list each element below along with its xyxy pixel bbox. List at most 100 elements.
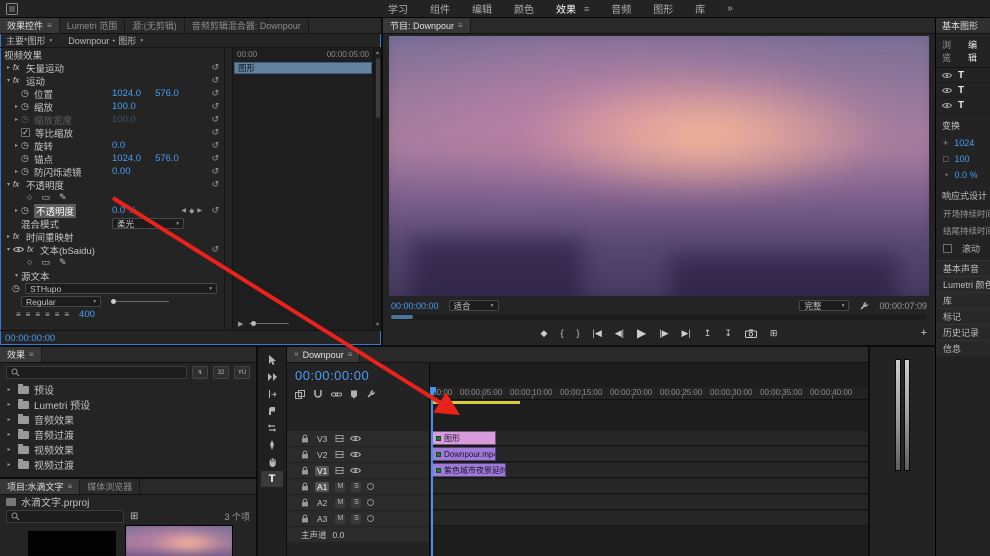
track-output-eye-icon[interactable] [350,435,361,442]
reset-parameter-icon[interactable]: ↺ [211,205,219,216]
lane-a2[interactable] [430,495,868,510]
stopwatch-icon[interactable]: ◷ [21,101,34,112]
layer-visibility-eye-icon[interactable] [942,72,952,79]
mute-button[interactable]: M [335,498,345,508]
sync-lock-icon[interactable] [335,434,344,443]
panel-menu-icon[interactable]: ≡ [68,482,73,491]
stopwatch-icon[interactable]: ◷ [21,166,34,177]
text-align-center-icon[interactable]: ≡ [26,310,31,319]
project-search-input[interactable] [6,510,124,523]
master-level-value[interactable]: 0.0 [333,530,345,540]
sync-lock-icon[interactable] [335,450,344,459]
mini-zoom-slider[interactable] [249,323,289,324]
track-target-a1[interactable]: A1 [315,482,329,492]
track-lock-icon[interactable] [301,498,309,507]
workspace-tab-audio[interactable]: 音频 [611,1,631,16]
timeline-settings-wrench-icon[interactable] [366,389,376,399]
zoom-level-dropdown[interactable]: 适合▾ [449,300,499,311]
go-to-out-button[interactable]: ▶| [682,328,691,339]
uniform-scale-checkbox[interactable]: ✓ [21,128,30,137]
tab-lumetri-color[interactable]: Lumetri 颜色 [936,276,990,292]
reset-effect-icon[interactable]: ↺ [211,244,219,255]
project-file-row[interactable]: 水滴文字.prproj [0,495,256,508]
tab-media-browser[interactable]: 媒体浏览器 [80,479,140,494]
track-target-a2[interactable]: A2 [315,498,329,508]
scroll-up-icon[interactable]: ▲ [375,50,380,56]
panel-menu-icon[interactable]: ≡ [458,21,463,30]
font-style-dropdown[interactable]: Regular▾ [21,296,101,307]
workspace-tab-libraries[interactable]: 库 [695,1,705,16]
tab-markers[interactable]: 标记 [936,308,990,324]
tab-project[interactable]: 项目:水滴文字≡ [0,479,80,494]
workspace-tab-learning[interactable]: 学习 [388,1,408,16]
ecw-mini-timeline[interactable]: 00:0000:00:05:00 图形 ▶ [233,48,373,330]
text-justify-icon[interactable]: ≡ [64,310,69,319]
project-item-thumbnail-city[interactable] [125,525,233,556]
twirl-closed-icon[interactable]: ▸ [12,103,21,110]
text-align-right-icon[interactable]: ≡ [35,310,40,319]
program-scrollbar[interactable] [391,314,927,320]
filter-accelerated-effects-button[interactable]: ↯ [192,366,208,379]
tab-lumetri-scopes[interactable]: Lumetri 范围 [60,18,126,33]
tab-sequence-downpour[interactable]: ×Downpour≡ [287,347,360,362]
reset-effect-icon[interactable]: ↺ [211,75,219,86]
opacity-value[interactable]: 0.0 % [112,205,136,216]
effects-bin-presets[interactable]: ▸预设 [0,382,256,397]
stopwatch-icon[interactable]: ◷ [21,140,34,151]
eg-layer-row[interactable]: T [936,68,990,83]
twirl-closed-icon[interactable]: ▸ [5,461,13,468]
solo-button[interactable]: S [351,482,361,492]
extract-button[interactable]: ↧ [724,328,732,339]
tab-info[interactable]: 信息 [936,340,990,356]
reset-effect-icon[interactable]: ↺ [211,62,219,73]
fx-badge-icon[interactable]: fx [13,232,26,241]
effects-bin-lumetri-presets[interactable]: ▸Lumetri 预设 [0,397,256,412]
track-output-eye-icon[interactable] [350,451,361,458]
twirl-closed-icon[interactable]: ▸ [5,401,13,408]
twirl-open-icon[interactable]: ▾ [4,246,13,253]
rotation-value[interactable]: 0.0 [112,140,125,151]
solo-button[interactable]: S [351,498,361,508]
playback-resolution-dropdown[interactable]: 完整▾ [799,300,849,311]
twirl-closed-icon[interactable]: ▸ [4,64,13,71]
antiflicker-value[interactable]: 0.00 [112,166,131,177]
stopwatch-icon[interactable]: ◷ [21,88,34,99]
layer-visibility-eye-icon[interactable] [942,102,952,109]
effect-row-time-remap[interactable]: ▸fx时间重映射 [0,230,224,243]
slip-tool-button[interactable] [261,420,283,436]
effects-search-input[interactable] [6,366,187,379]
project-item-thumbnail-dark[interactable] [28,531,116,556]
layer-visibility-eye-icon[interactable] [942,87,952,94]
go-to-in-button[interactable]: |◀ [593,328,602,339]
insert-as-nest-icon[interactable] [295,390,305,399]
panel-menu-icon[interactable]: ≡ [348,350,353,359]
list-view-button[interactable]: ⊞ [130,511,138,522]
add-marker-icon[interactable] [350,390,358,399]
tab-source-monitor[interactable]: 源:(无剪辑) [125,18,185,33]
reset-parameter-icon[interactable]: ↺ [211,88,219,99]
twirl-closed-icon[interactable]: ▸ [5,431,13,438]
snap-toggle-icon[interactable] [313,389,323,399]
clip-purple-city-video[interactable]: 紫色城市夜景延时摄影 [432,463,506,477]
workspace-overflow-button[interactable]: » [727,3,733,14]
voiceover-record-button[interactable] [367,499,374,506]
eg-tab-edit[interactable]: 编辑 [968,38,984,64]
eg-position-value[interactable]: 1024 [954,138,974,148]
solo-button[interactable]: S [351,514,361,524]
track-lock-icon[interactable] [301,482,309,491]
stopwatch-icon[interactable]: ◷ [21,153,34,164]
timeline-ruler[interactable]: :00:00 00:00:05:00 00:00:10:00 00:00:15:… [430,387,868,400]
stopwatch-icon[interactable]: ◷ [12,283,25,294]
scrollbar-thumb[interactable] [391,315,413,319]
stopwatch-icon[interactable]: ◷ [21,205,34,216]
mini-timeline-clip-bar[interactable]: 图形 [234,62,372,74]
twirl-closed-icon[interactable]: ▸ [12,207,21,214]
clip-downpour-mp4[interactable]: Downpour.mp4 [432,447,496,461]
tab-program-monitor[interactable]: 节目: Downpour≡ [383,18,471,33]
reset-parameter-icon[interactable]: ↺ [211,153,219,164]
effect-row-text[interactable]: ▾fx文本(bSaidu)↺ [0,243,224,256]
master-clip-selector[interactable]: 主要*图形▾ [6,34,52,47]
filter-32bit-color-button[interactable]: 32 [213,366,229,379]
lane-a3[interactable] [430,511,868,526]
fx-badge-icon[interactable]: fx [27,245,40,254]
